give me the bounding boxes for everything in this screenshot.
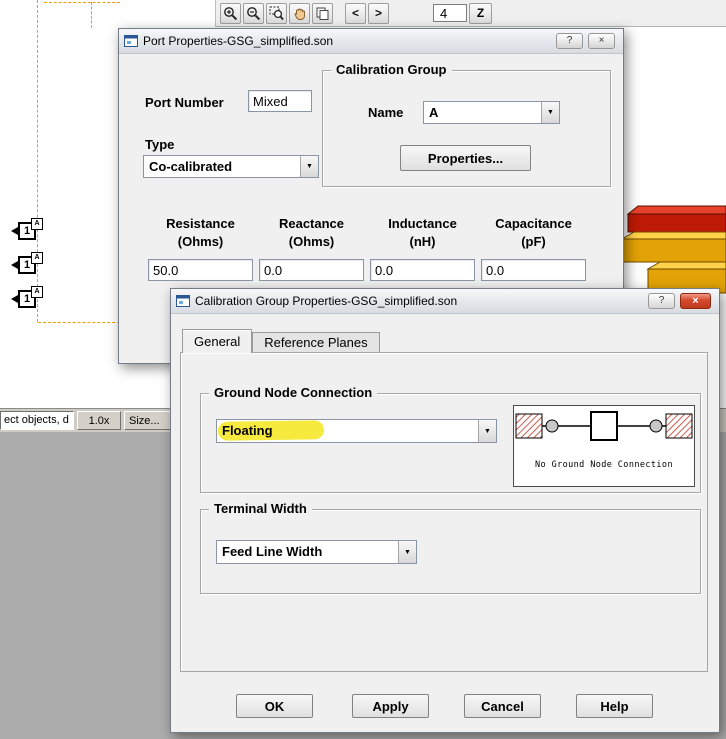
calibration-name-combo[interactable]: A ▼: [423, 101, 560, 124]
titlebar-help-button[interactable]: ?: [648, 293, 675, 309]
pan-button[interactable]: [289, 2, 310, 24]
zoom-area-icon: [269, 6, 284, 20]
titlebar-help-button[interactable]: ?: [556, 33, 583, 49]
capacitance-unit: (pF): [521, 234, 546, 249]
help-button[interactable]: Help: [576, 694, 653, 718]
titlebar-close-button[interactable]: ×: [588, 33, 615, 49]
port-marker[interactable]: 1 A: [11, 252, 43, 274]
screen: 1 A 1 A 1 A < > 4 Z ect objects, d 1.0x …: [0, 0, 726, 739]
port-dialog-titlebar[interactable]: Port Properties-GSG_simplified.son ? ×: [119, 29, 623, 54]
chevron-down-icon: ▼: [404, 548, 411, 556]
selection-status: ect objects, d: [0, 411, 74, 430]
metal-polygons[interactable]: [616, 202, 726, 294]
port-group-badge: A: [31, 218, 43, 230]
dropdown-button[interactable]: ▼: [478, 420, 496, 442]
pan-hand-icon: [294, 8, 305, 20]
zoom-out-button[interactable]: [243, 2, 264, 24]
reactance-field[interactable]: [259, 259, 364, 281]
resistance-unit: (Ohms): [177, 234, 224, 249]
inductance-unit: (nH): [409, 234, 436, 249]
calibration-group-legend: Calibration Group: [331, 62, 452, 77]
dropdown-button[interactable]: ▼: [300, 156, 318, 177]
calibration-group-properties-dialog: Calibration Group Properties-GSG_simplif…: [170, 288, 720, 733]
capacitance-title: Capacitance: [495, 216, 572, 231]
window-icon: [124, 35, 138, 47]
tab-bar: General Reference Planes: [182, 329, 380, 353]
next-level-button[interactable]: >: [368, 2, 389, 24]
capacitance-field[interactable]: [481, 259, 586, 281]
port-type-combo[interactable]: Co-calibrated ▼: [143, 155, 319, 178]
layout-dashed-edge: [38, 322, 120, 323]
port-marker[interactable]: 1 A: [11, 286, 43, 308]
port-group-badge: A: [31, 252, 43, 264]
ground-node-value: Floating: [222, 423, 273, 438]
next-arrow-icon: >: [374, 6, 382, 20]
layout-dashed-edge: [91, 2, 92, 28]
port-number-label: Port Number: [145, 95, 224, 110]
port-type-value: Co-calibrated: [149, 159, 233, 174]
terminal-width-group-box: Terminal Width Feed Line Width ▼: [200, 501, 701, 594]
reactance-unit: (Ohms): [288, 234, 335, 249]
port-group-badge: A: [31, 286, 43, 298]
resistance-title: Resistance: [166, 216, 235, 231]
inductance-title: Inductance: [388, 216, 457, 231]
ok-button[interactable]: OK: [236, 694, 313, 718]
reactance-column: Reactance (Ohms): [259, 215, 364, 281]
port-marker[interactable]: 1 A: [11, 218, 43, 240]
port-pointer-icon: [11, 227, 18, 235]
ground-connection-diagram: No Ground Node Connection: [513, 405, 695, 487]
port-dialog-title: Port Properties-GSG_simplified.son: [143, 34, 334, 48]
tab-general[interactable]: General: [182, 329, 253, 353]
dropdown-button[interactable]: ▼: [541, 102, 559, 123]
dropdown-button[interactable]: ▼: [398, 541, 416, 563]
titlebar-close-button[interactable]: ×: [680, 293, 711, 309]
capacitance-column: Capacitance (pF): [481, 215, 586, 281]
zoom-level-button[interactable]: 1.0x: [77, 411, 121, 430]
ground-node-legend: Ground Node Connection: [209, 385, 378, 400]
calib-dialog-titlebar[interactable]: Calibration Group Properties-GSG_simplif…: [171, 289, 719, 314]
zoom-in-icon: [224, 6, 238, 20]
duplicate-view-button[interactable]: [312, 2, 333, 24]
terminal-width-legend: Terminal Width: [209, 501, 312, 516]
z-button[interactable]: Z: [469, 2, 492, 24]
resistance-column: Resistance (Ohms): [148, 215, 253, 281]
reactance-title: Reactance: [278, 216, 345, 231]
level-field[interactable]: [433, 4, 467, 22]
type-label: Type: [145, 137, 175, 152]
zoom-area-button[interactable]: [266, 2, 287, 24]
chevron-down-icon: ▼: [306, 163, 313, 170]
zoom-out-icon: [247, 6, 261, 20]
chevron-down-icon: ▼: [547, 109, 554, 116]
calibration-group-box: Calibration Group Name A ▼ Properties...: [322, 62, 611, 187]
port-pointer-icon: [11, 295, 18, 303]
terminal-width-value: Feed Line Width: [222, 544, 323, 559]
port-pointer-icon: [11, 261, 18, 269]
port-number-field[interactable]: [248, 90, 312, 112]
layout-dashed-edge: [44, 2, 120, 3]
inductance-column: Inductance (nH): [370, 215, 475, 281]
top-toolbar: < > Z: [215, 0, 726, 27]
pages-icon: [316, 7, 329, 20]
zoom-in-button[interactable]: [220, 2, 241, 24]
apply-button[interactable]: Apply: [352, 694, 429, 718]
name-label: Name: [368, 105, 404, 120]
prev-level-button[interactable]: <: [345, 2, 366, 24]
properties-button[interactable]: Properties...: [400, 145, 531, 171]
inductance-field[interactable]: [370, 259, 475, 281]
window-icon: [176, 295, 190, 307]
cancel-button[interactable]: Cancel: [464, 694, 541, 718]
prev-arrow-icon: <: [351, 6, 359, 20]
calibration-name-value: A: [429, 105, 439, 120]
tab-reference-planes[interactable]: Reference Planes: [252, 332, 380, 352]
ground-node-group-box: Ground Node Connection Floating ▼ No Gro…: [200, 385, 701, 493]
terminal-width-combo[interactable]: Feed Line Width ▼: [216, 540, 417, 564]
resistance-field[interactable]: [148, 259, 253, 281]
calib-dialog-title: Calibration Group Properties-GSG_simplif…: [195, 294, 458, 308]
ground-node-combo[interactable]: Floating ▼: [216, 419, 497, 443]
diagram-caption: No Ground Node Connection: [535, 460, 673, 470]
chevron-down-icon: ▼: [484, 427, 491, 435]
